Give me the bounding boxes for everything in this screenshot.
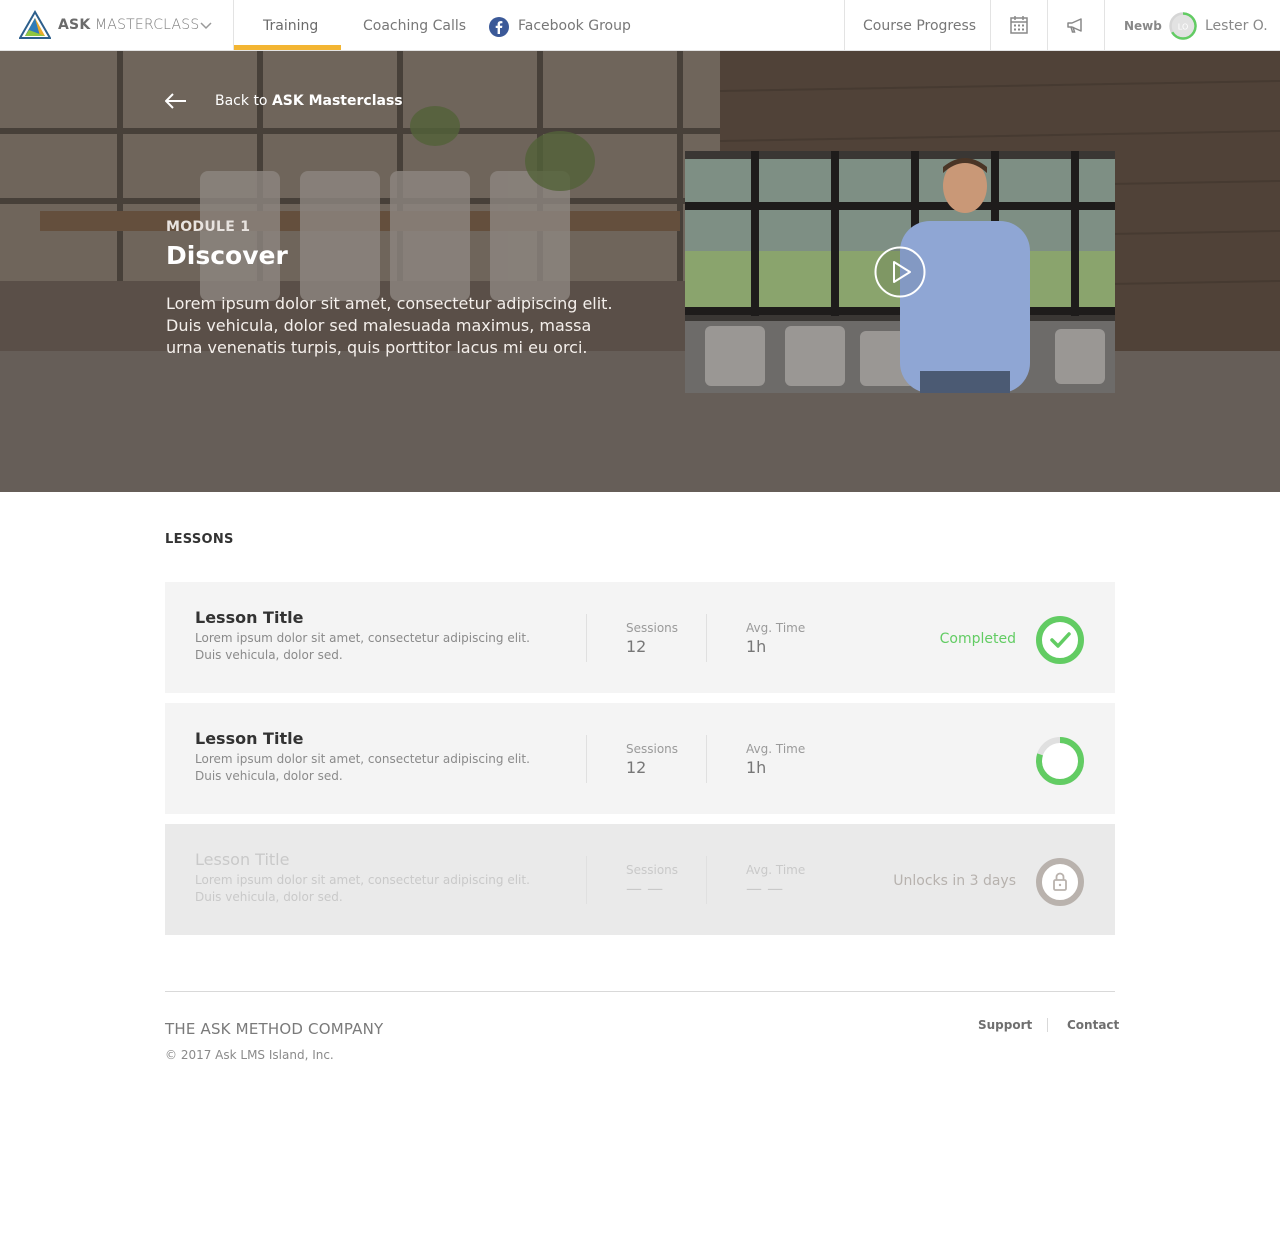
lesson-title: Lesson Title [195, 608, 304, 627]
check-circle-icon [1036, 616, 1084, 664]
progress-ring-icon [1036, 737, 1084, 785]
back-to-course-link[interactable]: Back to ASK Masterclass [165, 91, 403, 111]
module-description: Lorem ipsum dolor sit amet, consectetur … [166, 294, 613, 357]
status-completed-text: Completed [939, 631, 1016, 647]
support-link[interactable]: Support [978, 1018, 1032, 1032]
lesson-card[interactable]: Lesson Title Lorem ipsum dolor sit amet,… [165, 703, 1115, 814]
sessions-value: 12 [626, 637, 647, 656]
module-title: Discover [166, 241, 288, 270]
module-video-player[interactable] [685, 151, 1115, 393]
nav-divider [1104, 0, 1105, 50]
chevron-down-icon[interactable] [200, 22, 212, 30]
footer-divider [165, 991, 1115, 992]
lessons-section-title: LESSONS [165, 532, 234, 547]
facebook-icon [489, 17, 509, 37]
avg-time-label: Avg. Time [746, 621, 806, 635]
calendar-button[interactable] [991, 0, 1047, 50]
contact-link[interactable]: Contact [1067, 1018, 1119, 1032]
lesson-description: Lorem ipsum dolor sit amet, consectetur … [195, 873, 530, 904]
lesson-title: Lesson Title [195, 729, 304, 748]
announcements-button[interactable] [1048, 0, 1104, 50]
divider [706, 614, 707, 662]
module-number: MODULE 1 [166, 219, 251, 235]
megaphone-icon [1067, 18, 1082, 33]
module-hero: Back to ASK Masterclass MODULE 1 Discove… [0, 51, 1280, 492]
svg-text:LO: LO [1178, 23, 1188, 32]
lesson-description: Lorem ipsum dolor sit amet, consectetur … [195, 631, 530, 662]
brand-logo-link[interactable]: ASK MASTERCLASS [19, 10, 199, 40]
sessions-label: Sessions [626, 742, 679, 756]
lesson-card[interactable]: Lesson Title Lorem ipsum dolor sit amet,… [165, 582, 1115, 693]
sessions-label: Sessions [626, 863, 679, 877]
tab-coaching-calls[interactable]: Coaching Calls [363, 0, 466, 50]
active-tab-indicator [234, 45, 341, 50]
footer-copyright: © 2017 Ask LMS Island, Inc. [165, 1048, 334, 1062]
calendar-icon [1010, 16, 1028, 34]
avg-time-label: Avg. Time [746, 863, 806, 877]
course-progress-link[interactable]: Course Progress [863, 0, 976, 50]
lesson-title: Lesson Title [195, 850, 290, 869]
username[interactable]: Lester O. [1205, 0, 1268, 52]
avg-time-value: 1h [746, 758, 767, 777]
divider [706, 856, 707, 904]
divider [586, 614, 587, 662]
arrow-left-icon [165, 93, 186, 109]
divider [586, 735, 587, 783]
nav-divider [844, 0, 845, 50]
nav-divider [233, 0, 234, 50]
lesson-card-locked: Lesson Title Lorem ipsum dolor sit amet,… [165, 824, 1115, 935]
unlock-countdown-text: Unlocks in 3 days [893, 873, 1016, 889]
footer-company-name: THE ASK METHOD COMPANY [165, 1020, 384, 1038]
footer-link-separator [1047, 1018, 1048, 1032]
tab-facebook-group[interactable]: Facebook Group [518, 0, 631, 50]
user-rank-badge: Newb [1124, 19, 1162, 33]
lesson-description: Lorem ipsum dolor sit amet, consectetur … [195, 752, 530, 783]
sessions-value: — — [626, 879, 664, 898]
play-icon[interactable] [874, 246, 926, 298]
lock-icon [1036, 858, 1084, 906]
tab-training[interactable]: Training [263, 0, 318, 50]
avg-time-value: — — [746, 879, 784, 898]
divider [706, 735, 707, 783]
avg-time-label: Avg. Time [746, 742, 806, 756]
ask-logo-icon [19, 10, 51, 39]
brand-name: ASK MASTERCLASS [58, 17, 200, 33]
divider [586, 856, 587, 904]
avatar[interactable]: LO [1169, 12, 1197, 40]
sessions-label: Sessions [626, 621, 679, 635]
avg-time-value: 1h [746, 637, 767, 656]
top-navigation: ASK MASTERCLASS Training Coaching Calls … [0, 0, 1280, 51]
back-link-label: Back to ASK Masterclass [215, 93, 403, 109]
sessions-value: 12 [626, 758, 647, 777]
